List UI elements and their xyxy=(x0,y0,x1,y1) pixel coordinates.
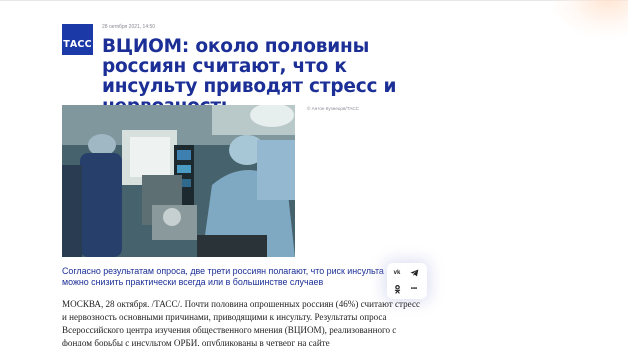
more-icon[interactable]: ••• xyxy=(408,283,420,295)
odnoklassniki-icon[interactable] xyxy=(391,283,403,295)
article-date: 28 октября 2021, 14:50 xyxy=(102,24,156,30)
corner-decoration xyxy=(548,0,628,40)
photo-caption: Согласно результатам опроса, две трети р… xyxy=(62,266,384,287)
share-panel: vk ••• xyxy=(387,263,427,299)
vk-icon[interactable]: vk xyxy=(391,267,403,279)
article-body-text: МОСКВА, 28 октября. /ТАСС/. Почти полови… xyxy=(62,299,421,346)
top-divider xyxy=(0,0,628,1)
surgery-photo-illustration xyxy=(62,105,295,257)
article-page: ТАСС 28 октября 2021, 14:50 ВЦИОМ: около… xyxy=(0,0,628,346)
photo-credit: © Антон Кузнецов/ТАСС xyxy=(307,106,359,111)
telegram-icon[interactable] xyxy=(408,267,420,279)
article-body: МОСКВА, 28 октября. /ТАСС/. Почти полови… xyxy=(62,298,424,346)
odnoklassniki-glyph xyxy=(394,284,400,294)
tass-logo[interactable]: ТАСС xyxy=(62,24,93,55)
article-photo[interactable] xyxy=(62,105,295,257)
telegram-glyph xyxy=(410,269,418,277)
